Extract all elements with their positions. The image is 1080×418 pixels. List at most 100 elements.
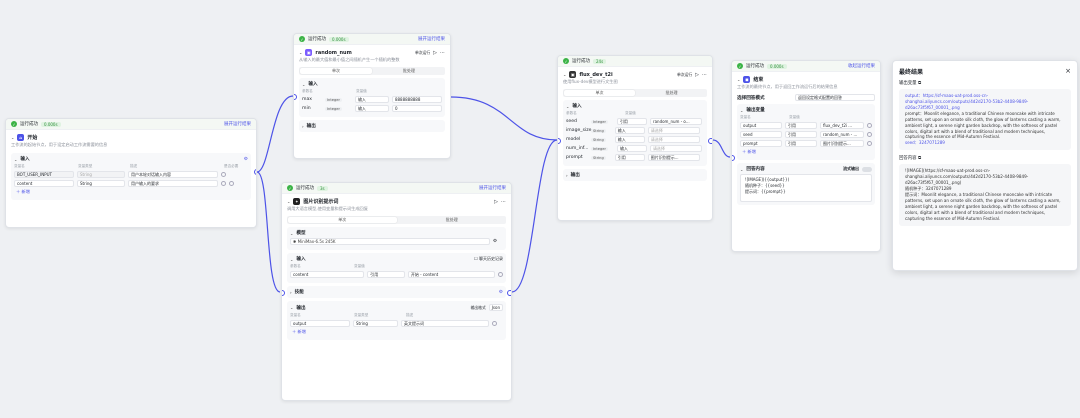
var-name-field[interactable]: seed [740,131,782,138]
flux-node[interactable]: ✓ 运行成功 24s ⌄ ▣ flux_dev_t2i 单次运行 ▷ ⋯ 使用flux-dev… [557,55,713,221]
value-ref-select[interactable]: flux_dev_t2i ... [820,122,864,129]
more-icon[interactable]: ⋯ [501,199,506,205]
tab-batch[interactable]: 批处理 [398,216,507,224]
chevron-down-icon[interactable]: ⌄ [290,305,293,310]
value-ref-select[interactable]: random_num - o... [649,118,702,125]
var-type-field[interactable]: String [353,320,398,327]
skill-add-icon[interactable]: ⚙ [499,290,503,295]
chevron-right-icon[interactable]: › [302,124,304,129]
chevron-down-icon[interactable]: ⌄ [14,157,17,162]
input-port[interactable] [294,94,297,100]
var-type-field[interactable]: String [77,180,125,187]
start-node[interactable]: ✓ 运行成功 0.000s 展开运行结果 ⌄ ⌂ 开始 工作流的起始节点，用于设定启动工作… [5,118,257,228]
tab-single[interactable]: 单次 [300,68,372,74]
play-icon[interactable]: ▷ [433,50,437,56]
remove-icon[interactable] [498,272,504,277]
copy-icon[interactable]: ⧉ [918,156,921,161]
param-name-input[interactable]: content [290,271,365,278]
expand-result-link[interactable]: 展开运行结果 [479,185,506,191]
run-mode-select[interactable]: 单次运行 [415,50,430,56]
source-select[interactable]: 引用 [785,122,817,129]
input-port[interactable] [732,155,735,161]
value-ref-select[interactable]: 开始 - content [407,271,496,278]
chevron-right-icon[interactable]: › [566,173,568,178]
chevron-down-icon[interactable]: ⌄ [299,50,302,55]
output-port[interactable] [708,138,712,144]
add-button[interactable]: ＋ 新增 [16,189,246,195]
value-select[interactable]: 请选择 [649,145,702,152]
add-button[interactable]: ＋ 新增 [742,149,870,155]
add-button[interactable]: ＋ 新增 [292,329,501,335]
value-input[interactable]: 0 [391,105,442,112]
chevron-down-icon[interactable]: ⌄ [11,135,14,140]
tab-batch[interactable]: 批处理 [636,89,707,97]
required-checkbox[interactable] [221,181,226,186]
format-select[interactable]: Json [488,304,503,311]
var-name-field[interactable]: prompt [740,140,782,147]
expand-result-link[interactable]: 展开运行结果 [224,121,251,127]
source-select[interactable]: 输入 [354,96,389,103]
source-select[interactable]: 输入 [616,145,647,152]
source-select[interactable]: 引用 [367,271,405,278]
value-input[interactable]: 8888888888 [391,96,442,103]
value-select[interactable]: 请选择 [647,127,700,134]
var-desc-field[interactable]: 用户输入的要求 [128,180,218,187]
more-icon[interactable]: ⋯ [702,72,707,78]
remove-icon[interactable] [492,321,497,326]
play-icon[interactable]: ▷ [695,72,699,78]
required-checkbox[interactable] [221,172,226,177]
remove-icon[interactable] [229,181,234,186]
chevron-down-icon[interactable]: ⌄ [566,104,569,109]
llm-node[interactable]: ✓ 运行成功 3s 展开运行结果 ⌄ ✦ 图片识别提示词 ▷ ⋯ 调用大语言模型,使用变量和提… [281,182,512,401]
chevron-down-icon[interactable]: ⌄ [737,77,740,82]
source-select[interactable]: 引用 [785,131,817,138]
var-desc-field[interactable]: 英文提示词 [401,320,489,327]
expand-result-link[interactable]: 展开运行结果 [418,36,445,42]
source-select[interactable]: 引用 [785,140,817,147]
value-select[interactable]: 请选择 [647,136,700,143]
chevron-down-icon[interactable]: ⌄ [290,257,293,262]
remove-icon[interactable] [867,141,872,146]
tab-batch[interactable]: 批处理 [373,67,445,75]
stream-toggle[interactable] [862,166,872,172]
value-ref-select[interactable]: 图片识别提示... [647,154,700,161]
chevron-down-icon[interactable]: ⌄ [563,72,566,77]
settings-icon[interactable]: ⚙ [493,239,497,244]
end-node[interactable]: ✓ 运行成功 0.000s 收起运行结果 ⌄ ◼ 结束 工作流的最终节点，用于返回工作流运… [731,60,881,252]
output-port[interactable] [507,290,511,296]
chevron-down-icon[interactable]: ⌄ [302,82,305,87]
chevron-down-icon[interactable]: ⌄ [740,167,743,172]
chevron-down-icon[interactable]: ⌄ [740,108,743,113]
var-name-field[interactable]: content [14,180,74,187]
settings-icon[interactable]: ⚙ [244,157,248,162]
input-port[interactable] [558,138,561,144]
remove-icon[interactable] [867,132,872,137]
chevron-down-icon[interactable]: ⌄ [287,199,290,204]
var-name-field[interactable]: output [290,320,350,327]
run-mode-select[interactable]: 单次运行 [677,72,692,78]
var-name-field[interactable]: output [740,122,782,129]
var-desc-field[interactable]: 用户本轮对话输入内容 [128,171,218,178]
input-port[interactable] [282,290,285,296]
chevron-down-icon[interactable]: ⌄ [290,231,293,236]
source-select[interactable]: 输入 [354,105,389,112]
chat-history-toggle[interactable]: ☐ 聊天历史记录 [474,256,503,262]
value-ref-select[interactable]: 图片识别提示... [820,140,864,147]
source-select[interactable]: 引用 [616,118,647,125]
source-select[interactable]: 输入 [614,136,645,143]
model-select[interactable]: ✱ MiniMax-6.5s 245K [290,238,490,245]
source-select[interactable]: 输入 [614,127,645,134]
more-icon[interactable]: ⋯ [440,50,445,56]
remove-icon[interactable] [867,123,872,128]
answer-template-editor[interactable]: ![IMAGE]({{output}}) 随机种子：{{seed}} 提示词：{… [740,174,872,202]
close-icon[interactable]: × [1065,67,1071,80]
output-port[interactable] [254,169,256,175]
copy-icon[interactable]: ⧉ [918,81,921,86]
tab-single[interactable]: 单次 [288,217,397,223]
value-ref-select[interactable]: random_num - ... [820,131,864,138]
source-select[interactable]: 引用 [614,154,645,161]
tab-single[interactable]: 单次 [564,90,635,96]
play-icon[interactable]: ▷ [494,199,498,205]
chevron-right-icon[interactable]: › [290,290,292,295]
random-num-node[interactable]: ✓ 运行成功 0.000s 展开运行结果 ⌄ ▣ random_num 单次运行 ▷ ⋯ 从输入… [293,33,451,159]
